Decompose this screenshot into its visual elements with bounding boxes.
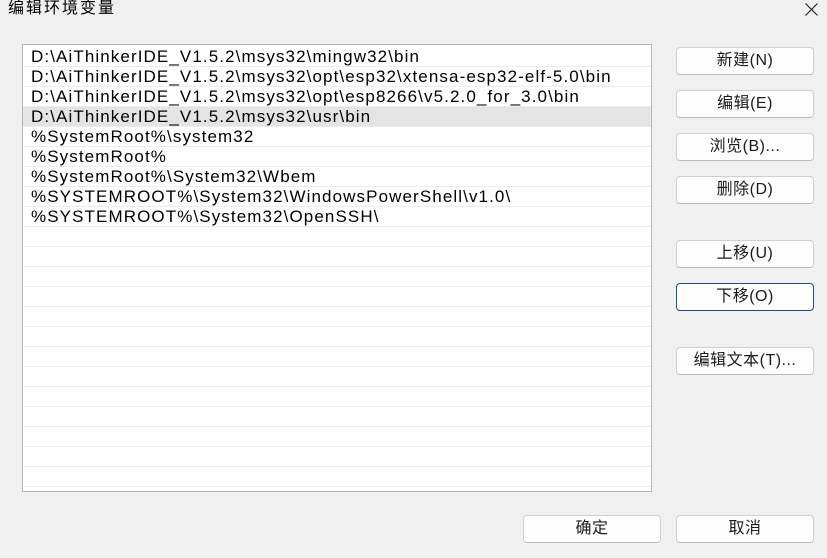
path-list-item[interactable]: %SYSTEMROOT%\System32\OpenSSH\	[23, 207, 651, 227]
path-list-empty-row	[23, 287, 651, 307]
path-list-item[interactable]: D:\AiThinkerIDE_V1.5.2\msys32\opt\esp32\…	[23, 67, 651, 87]
path-list-empty-row	[23, 407, 651, 427]
path-list[interactable]: D:\AiThinkerIDE_V1.5.2\msys32\mingw32\bi…	[22, 44, 652, 492]
close-button[interactable]	[798, 0, 824, 18]
path-list-empty-row	[23, 367, 651, 387]
close-icon	[804, 2, 818, 16]
path-list-empty-row	[23, 387, 651, 407]
edit-text-button[interactable]: 编辑文本(T)...	[676, 347, 814, 375]
path-list-empty-row	[23, 247, 651, 267]
move-up-button[interactable]: 上移(U)	[676, 240, 814, 268]
ok-button[interactable]: 确定	[523, 515, 661, 543]
path-list-empty-row	[23, 227, 651, 247]
edit-env-var-dialog: 编辑环境变量 D:\AiThinkerIDE_V1.5.2\msys32\min…	[0, 0, 827, 558]
path-list-item[interactable]: %SystemRoot%	[23, 147, 651, 167]
move-down-button[interactable]: 下移(O)	[676, 283, 814, 311]
edit-button[interactable]: 编辑(E)	[676, 90, 814, 118]
path-list-item[interactable]: %SystemRoot%\System32\Wbem	[23, 167, 651, 187]
path-list-empty-row	[23, 467, 651, 487]
title-bar[interactable]: 编辑环境变量	[0, 0, 827, 24]
path-list-item[interactable]: D:\AiThinkerIDE_V1.5.2\msys32\mingw32\bi…	[23, 47, 651, 67]
path-list-item[interactable]: D:\AiThinkerIDE_V1.5.2\msys32\opt\esp826…	[23, 87, 651, 107]
delete-button[interactable]: 删除(D)	[676, 176, 814, 204]
path-list-empty-row	[23, 447, 651, 467]
new-button[interactable]: 新建(N)	[676, 47, 814, 75]
path-list-item[interactable]: %SYSTEMROOT%\System32\WindowsPowerShell\…	[23, 187, 651, 207]
path-list-empty-row	[23, 427, 651, 447]
dialog-title: 编辑环境变量	[8, 0, 117, 17]
browse-button[interactable]: 浏览(B)...	[676, 133, 814, 161]
path-list-empty-row	[23, 307, 651, 327]
path-list-item[interactable]: %SystemRoot%\system32	[23, 127, 651, 147]
path-list-empty-row	[23, 327, 651, 347]
path-list-empty-row	[23, 267, 651, 287]
path-list-empty-row	[23, 347, 651, 367]
path-list-item[interactable]: D:\AiThinkerIDE_V1.5.2\msys32\usr\bin	[23, 107, 651, 127]
cancel-button[interactable]: 取消	[676, 515, 814, 543]
